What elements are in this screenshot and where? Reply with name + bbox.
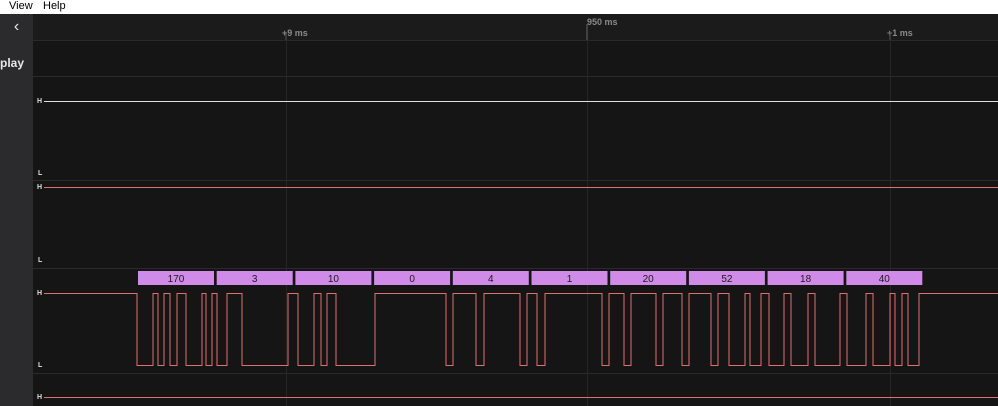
decoded-byte-value: 3 — [252, 274, 258, 285]
decoded-byte-value: 1 — [567, 274, 573, 285]
decoded-byte-value: 10 — [328, 274, 340, 285]
decoded-byte-value: 4 — [488, 274, 494, 285]
decoded-byte-value: 40 — [879, 274, 891, 285]
decoded-byte-value: 0 — [409, 274, 415, 285]
data-signal-waveform — [44, 293, 998, 366]
decoded-byte-value: 20 — [643, 274, 655, 285]
decoded-byte-value: 170 — [168, 274, 185, 285]
channel-low-label: L — [38, 362, 43, 369]
decoded-byte-value: 52 — [721, 274, 733, 285]
channel-high-label: H — [37, 184, 42, 191]
channel-high-label: H — [37, 98, 42, 105]
waveform-area[interactable]: HLHLHLH170 3 10 0 4 1 20 52 18 40 — [0, 0, 998, 406]
channel-high-label: H — [37, 290, 42, 297]
channel-low-label: L — [38, 257, 43, 264]
channel-low-label: L — [38, 170, 43, 177]
decoded-byte-value: 18 — [800, 274, 812, 285]
channel-high-label: H — [37, 394, 42, 401]
